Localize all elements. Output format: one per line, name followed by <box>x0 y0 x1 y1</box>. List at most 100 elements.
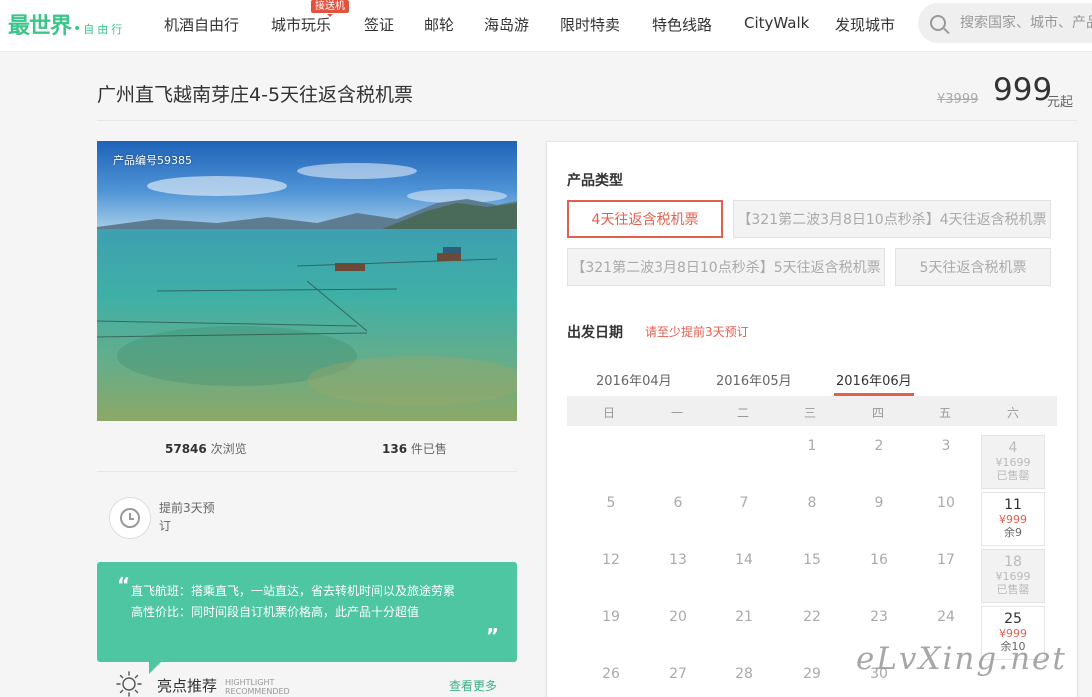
cell-status: 余9 <box>1004 526 1022 539</box>
logo-sub: 自由行 <box>83 23 126 36</box>
cell-price: ¥999 <box>999 627 1027 640</box>
calendar-day: 23 <box>870 609 888 625</box>
quote-line-direct-flight: 直飞航班：搭乘直飞，一站直达，省去转机时间以及旅途劳累 <box>131 584 456 598</box>
cell-price: ¥999 <box>999 513 1027 526</box>
calendar-day: 27 <box>669 666 687 682</box>
nav-item-cruise[interactable]: 邮轮 <box>424 14 454 35</box>
highlights-en-line1: HIGHTLIGHT <box>225 678 275 687</box>
product-title: 广州直飞越南芽庄4-5天往返含税机票 <box>97 84 414 106</box>
highlights-en-line2: RECOMMENDED <box>225 687 290 696</box>
site-logo[interactable]: 最世界 • 自由行 <box>8 8 125 40</box>
clock-face <box>120 508 140 528</box>
date-hint: 请至少提前3天预订 <box>645 325 749 339</box>
month-tab-2016-05[interactable]: 2016年05月 <box>716 370 792 389</box>
see-more-link[interactable]: 查看更多 <box>449 677 497 694</box>
nav-item-discover-city[interactable]: 发现城市 <box>835 14 895 35</box>
calendar-day: 24 <box>937 609 955 625</box>
cell-day: 25 <box>1004 611 1022 627</box>
nav-item-package[interactable]: 机酒自由行 <box>164 14 239 35</box>
quote-line-value: 高性价比：同时间段自订机票价格高，此产品十分超值 <box>131 605 420 619</box>
search-icon[interactable] <box>930 15 946 31</box>
calendar-day: 7 <box>739 495 749 511</box>
option-4day-ticket[interactable]: 4天往返含税机票 <box>567 200 723 238</box>
calendar-cell-available[interactable]: 11 ¥999 余9 <box>981 492 1045 546</box>
logo-main: 最世界 <box>8 14 72 39</box>
calendar-day: 20 <box>669 609 687 625</box>
calendar-day: 26 <box>602 666 620 682</box>
calendar-cell-sold-out: 18 ¥1699 已售罄 <box>981 549 1045 603</box>
calendar-day: 19 <box>602 609 620 625</box>
weekday-tue: 二 <box>736 406 749 420</box>
search-input[interactable] <box>960 15 1092 31</box>
cell-day: 11 <box>1004 497 1022 513</box>
calendar-day: 22 <box>803 609 821 625</box>
calendar-cell-sold-out: 4 ¥1699 已售罄 <box>981 435 1045 489</box>
quote-open-icon: “ <box>117 573 131 597</box>
option-flash-4day-ticket[interactable]: 【321第二波3月8日10点秒杀】4天往返含税机票 <box>733 200 1051 238</box>
weekday-thu: 四 <box>871 406 884 420</box>
product-photo[interactable]: 产品编号59385 <box>97 141 517 421</box>
weekday-wed: 三 <box>803 406 816 420</box>
nav-item-citywalk[interactable]: CityWalk <box>744 14 809 32</box>
sold-count: 136 <box>382 442 408 456</box>
nav-item-special-routes[interactable]: 特色线路 <box>652 14 712 35</box>
top-nav: 最世界 • 自由行 机酒自由行 城市玩乐 接送机 签证 邮轮 海岛游 限时特卖 … <box>0 0 1092 52</box>
views-stat: 57846 次浏览 <box>165 440 247 457</box>
sun-icon <box>116 671 142 697</box>
calendar-day: 13 <box>669 552 687 568</box>
highlights-title: 亮点推荐 <box>157 677 218 695</box>
weekday-fri: 五 <box>938 406 951 420</box>
month-tab-2016-04[interactable]: 2016年04月 <box>596 370 672 389</box>
month-tab-2016-06[interactable]: 2016年06月 <box>836 370 912 389</box>
calendar-day: 10 <box>937 495 955 511</box>
product-id: 产品编号59385 <box>113 154 192 167</box>
calendar-day: 3 <box>941 438 951 454</box>
cell-status: 已售罄 <box>996 583 1030 596</box>
original-price: ¥3999 <box>937 92 979 107</box>
calendar-day: 1 <box>807 438 817 454</box>
calendar-day: 21 <box>735 609 753 625</box>
highlights-en-title: HIGHTLIGHT RECOMMENDED <box>225 678 290 696</box>
departure-date-label: 出发日期 <box>567 325 623 341</box>
calendar-day: 2 <box>874 438 884 454</box>
calendar-day: 15 <box>803 552 821 568</box>
weekday-sat: 六 <box>1006 406 1019 420</box>
weekday-header: 日 一 二 三 四 五 六 <box>567 396 1057 426</box>
calendar-day: 29 <box>803 666 821 682</box>
calendar-day: 6 <box>673 495 683 511</box>
nav-item-visa[interactable]: 签证 <box>364 14 394 35</box>
quote-close-icon: ” <box>485 624 499 648</box>
feature-quote: “ 直飞航班：搭乘直飞，一站直达，省去转机时间以及旅途劳累 高性价比：同时间段自… <box>97 562 517 674</box>
weekday-mon: 一 <box>670 406 683 420</box>
cell-price: ¥1699 <box>995 570 1031 583</box>
clock-icon <box>109 497 151 539</box>
nav-item-city-fun[interactable]: 城市玩乐 <box>271 14 331 35</box>
calendar-day: 9 <box>874 495 884 511</box>
product-stats: 57846 次浏览 136 件已售 <box>97 440 517 460</box>
views-label: 次浏览 <box>210 442 247 456</box>
product-type-label: 产品类型 <box>567 173 623 189</box>
nav-badge-airport-transfer: 接送机 <box>311 0 349 17</box>
sale-price: 999 <box>993 72 1053 108</box>
nav-item-flash-sale[interactable]: 限时特卖 <box>560 14 620 35</box>
calendar-day: 8 <box>807 495 817 511</box>
watermark: eLvXing.net <box>856 641 1067 677</box>
cell-status: 已售罄 <box>996 469 1030 482</box>
divider <box>97 120 1077 121</box>
views-count: 57846 <box>165 442 207 456</box>
cell-day: 4 <box>1008 440 1018 456</box>
sold-label: 件已售 <box>410 442 447 456</box>
beach-photo-illustration <box>97 141 517 421</box>
calendar-day: 17 <box>937 552 955 568</box>
nav-item-island[interactable]: 海岛游 <box>484 14 529 35</box>
cell-price: ¥1699 <box>995 456 1031 469</box>
option-5day-ticket[interactable]: 5天往返含税机票 <box>895 248 1051 286</box>
price-unit: 元起 <box>1047 95 1074 110</box>
option-flash-5day-ticket[interactable]: 【321第二波3月8日10点秒杀】5天往返含税机票 <box>567 248 885 286</box>
logo-dot: • <box>73 21 82 37</box>
sold-stat: 136 件已售 <box>382 440 447 457</box>
calendar-day: 16 <box>870 552 888 568</box>
calendar-day: 28 <box>735 666 753 682</box>
search-box[interactable] <box>918 3 1092 43</box>
calendar-day: 5 <box>606 495 616 511</box>
